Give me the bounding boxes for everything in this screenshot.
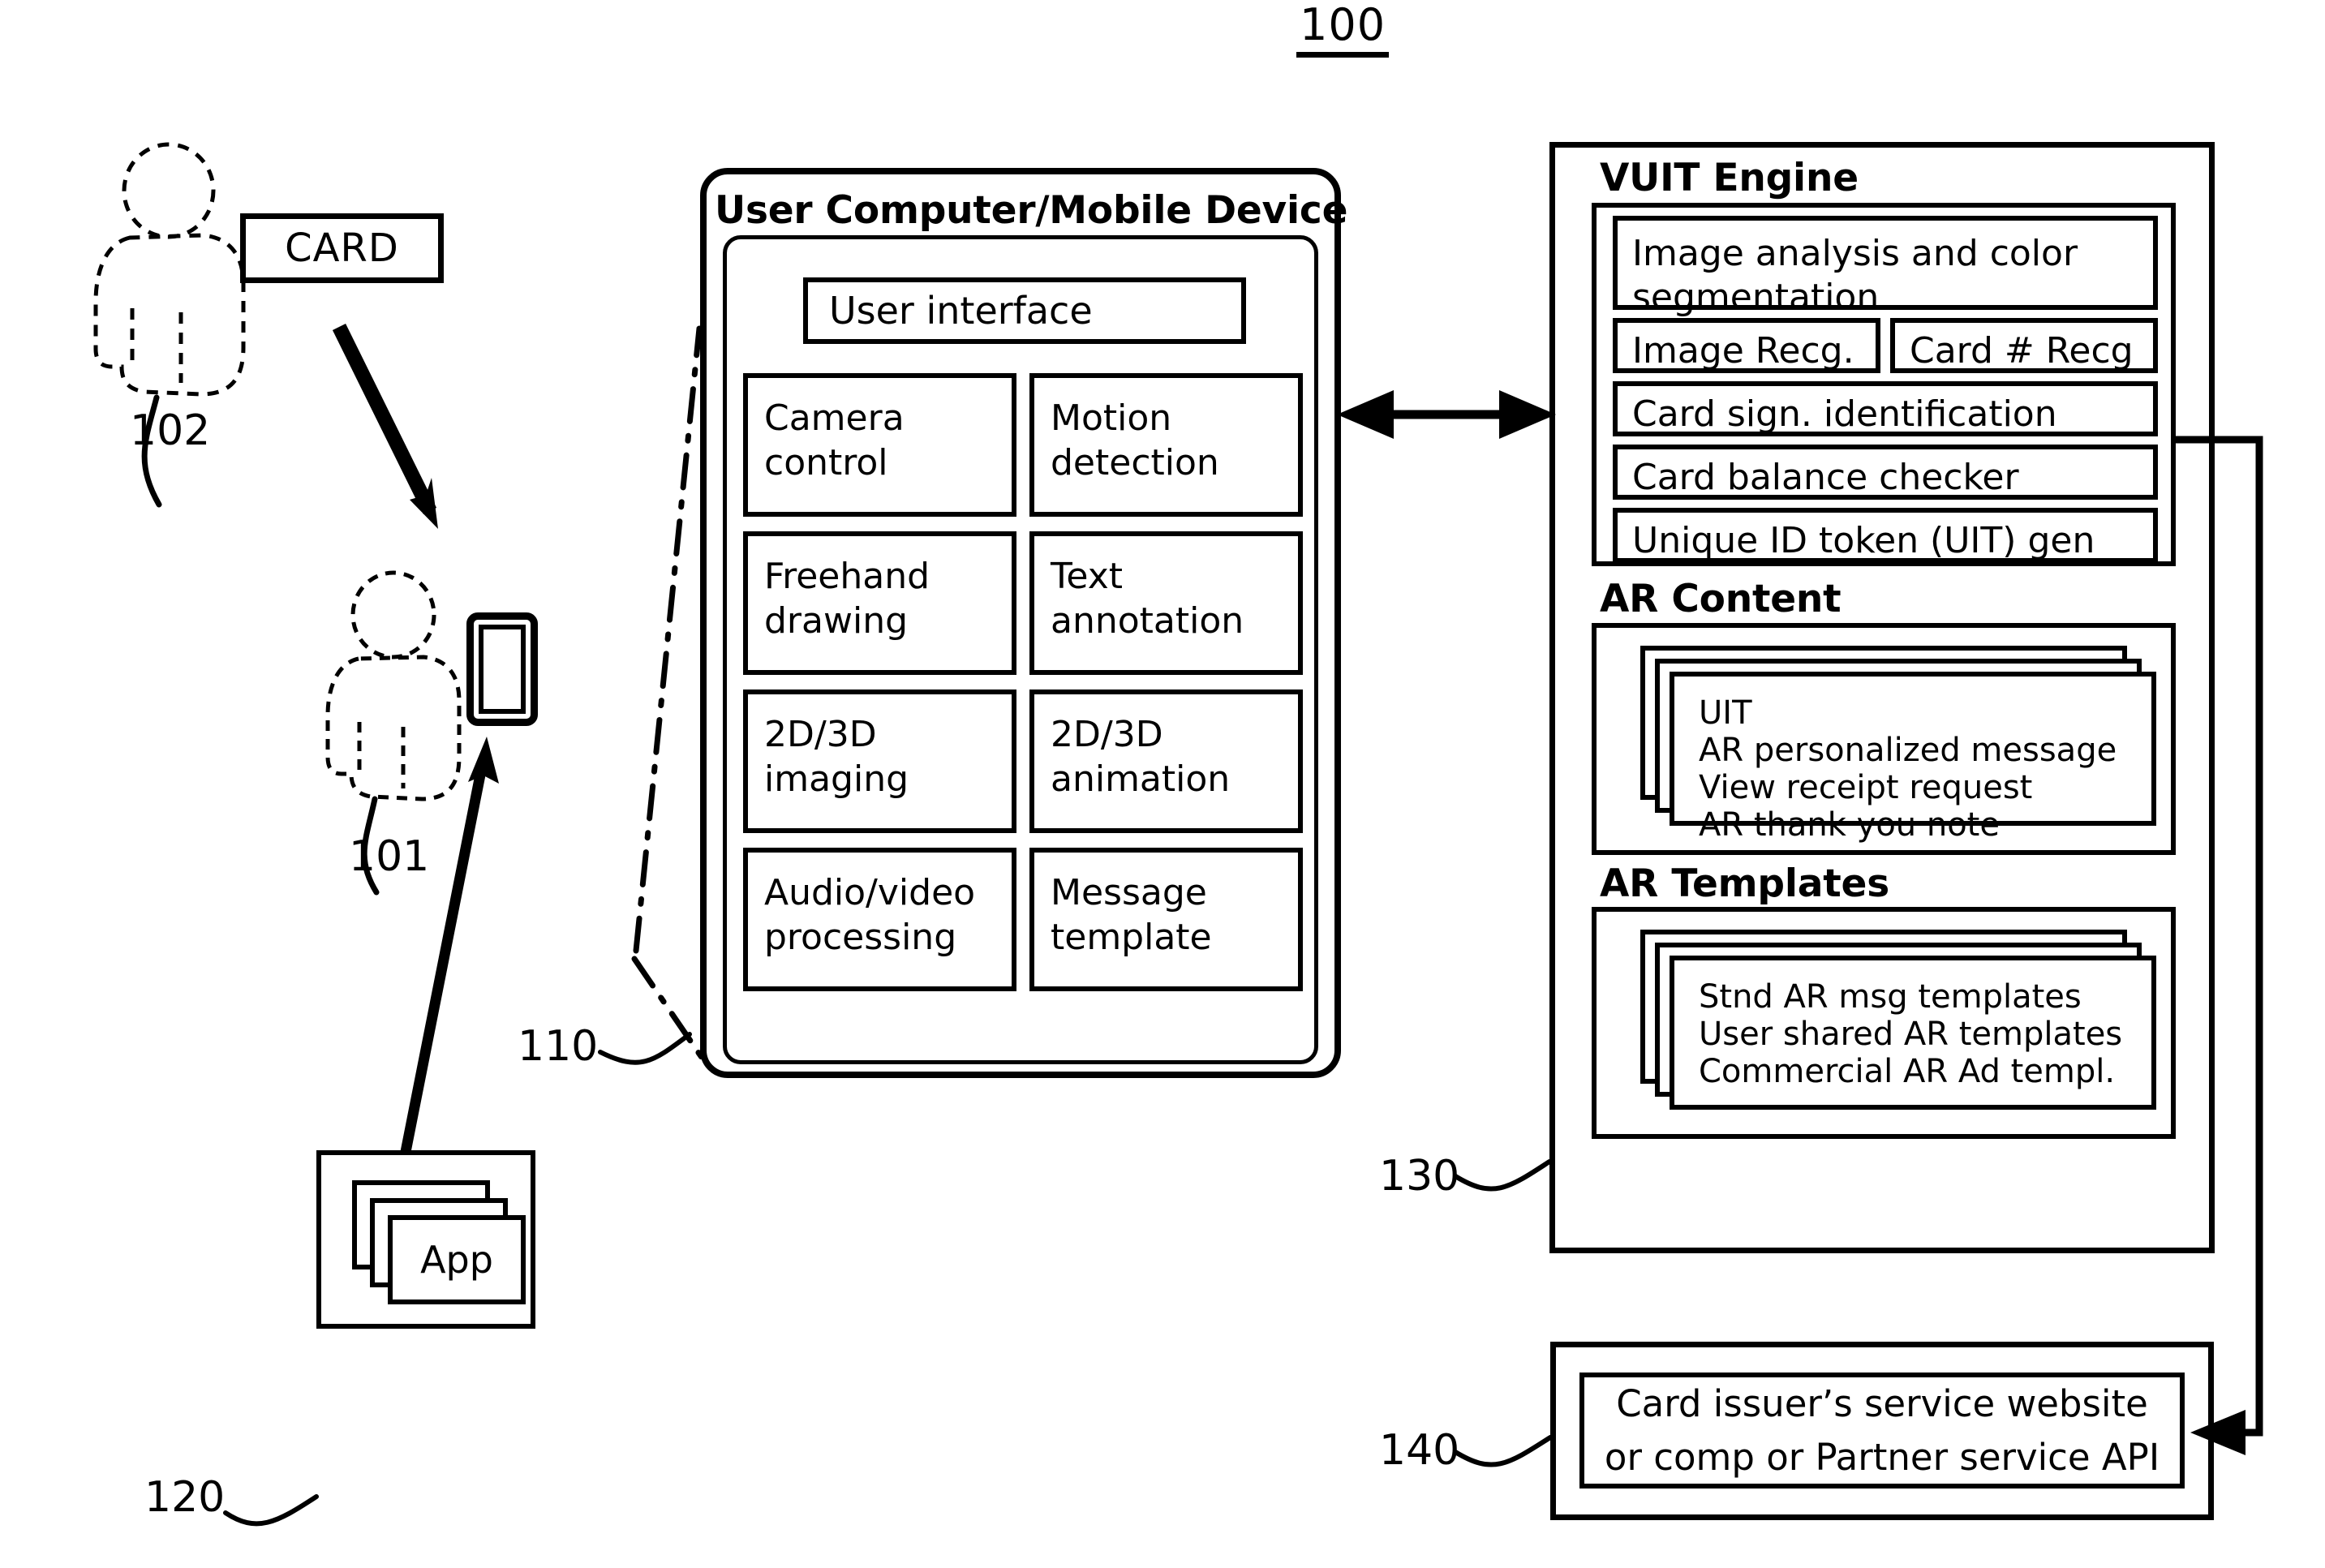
phone-screen-icon bbox=[479, 625, 526, 714]
feature-2d-3d-animation: 2D/3D animation bbox=[1029, 689, 1303, 833]
user-device-title: User Computer/Mobile Device bbox=[715, 188, 1348, 233]
ref-numeral-130: 130 bbox=[1379, 1152, 1460, 1201]
module-card-number-recognition: Card # Recg bbox=[1890, 318, 2158, 373]
ar-templates-title: AR Templates bbox=[1600, 861, 1889, 906]
app-to-device-arrow bbox=[400, 737, 499, 1153]
vuit-engine-title: VUIT Engine bbox=[1600, 156, 1859, 200]
card-box: CARD bbox=[240, 213, 444, 283]
leader-130 bbox=[1453, 1159, 1552, 1192]
user-interface-box: User interface bbox=[803, 277, 1246, 344]
feature-message-template: Message template bbox=[1029, 848, 1303, 991]
ref-numeral-110: 110 bbox=[518, 1022, 599, 1071]
module-uit-generator: Unique ID token (UIT) gen bbox=[1613, 508, 2158, 563]
card-transfer-arrow bbox=[332, 324, 438, 529]
leader-120 bbox=[223, 1494, 319, 1527]
ar-content-stack-front: UIT AR personalized message View receipt… bbox=[1670, 672, 2156, 844]
ref-numeral-102: 102 bbox=[130, 406, 211, 455]
feature-2d-3d-imaging: 2D/3D imaging bbox=[743, 689, 1016, 833]
ref-numeral-120: 120 bbox=[144, 1473, 226, 1522]
user-interface-label: User interface bbox=[829, 289, 1093, 333]
ar-templates-stack-front: Stnd AR msg templates User shared AR tem… bbox=[1670, 956, 2156, 1110]
module-card-balance-checker: Card balance checker bbox=[1613, 445, 2158, 500]
card-issuer-line-2: or comp or Partner service API bbox=[1604, 1435, 2160, 1479]
feature-camera-control: Camera control bbox=[743, 373, 1016, 517]
module-image-analysis: Image analysis and color segmentation bbox=[1613, 216, 2158, 318]
feature-audio-video-processing: Audio/video processing bbox=[743, 848, 1016, 991]
module-image-recognition: Image Recg. bbox=[1613, 318, 1880, 373]
leader-140 bbox=[1453, 1435, 1553, 1467]
diagram-canvas: 100 CARD 102 101 120 110 130 140 App Use… bbox=[0, 0, 2325, 1568]
figure-number: 100 bbox=[1296, 2, 1390, 58]
device-feature-grid: Camera control Motion detection Freehand… bbox=[743, 373, 1303, 991]
ar-content-title: AR Content bbox=[1600, 577, 1842, 621]
card-label: CARD bbox=[285, 226, 399, 271]
ref-numeral-140: 140 bbox=[1379, 1426, 1460, 1475]
callout-dash-dot-lines bbox=[631, 325, 706, 1062]
device-vuit-bidirectional-arrow bbox=[1337, 390, 1556, 439]
card-issuer-inner-box: Card issuer’s service website or comp or… bbox=[1579, 1373, 2185, 1489]
ref-numeral-101: 101 bbox=[349, 832, 430, 881]
feature-text-annotation: Text annotation bbox=[1029, 531, 1303, 675]
feature-freehand-drawing: Freehand drawing bbox=[743, 531, 1016, 675]
feature-motion-detection: Motion detection bbox=[1029, 373, 1303, 517]
module-card-signature-identification: Card sign. identification bbox=[1613, 381, 2158, 436]
leader-110 bbox=[598, 1032, 692, 1065]
card-issuer-line-1: Card issuer’s service website bbox=[1616, 1381, 2148, 1425]
app-stack-sheet-front: App bbox=[388, 1215, 526, 1304]
app-label: App bbox=[420, 1238, 493, 1282]
